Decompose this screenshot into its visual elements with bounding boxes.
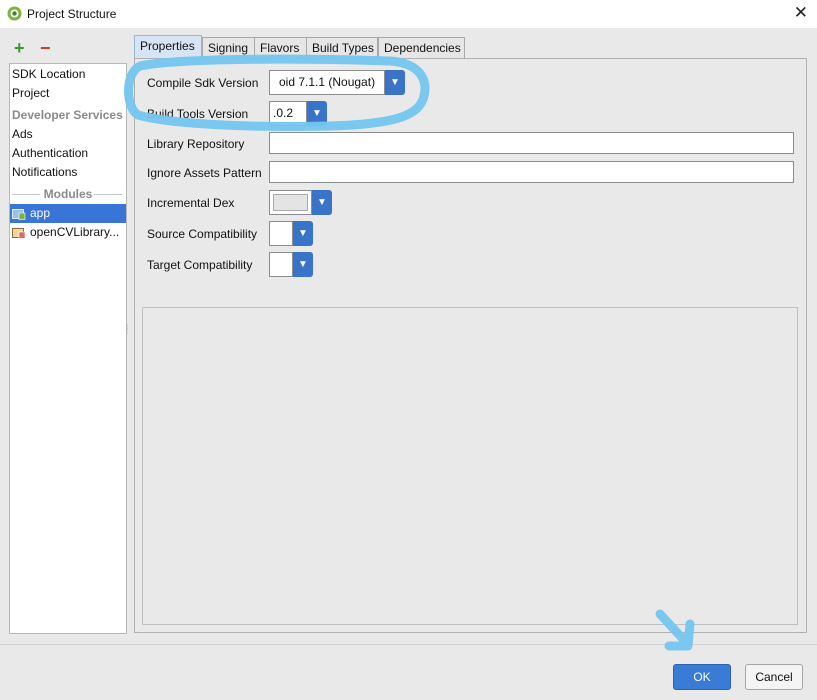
build-tools-value[interactable]: .0.2 [269, 101, 307, 126]
sidebar-item-project[interactable]: Project [10, 84, 126, 103]
module-label: openCVLibrary... [30, 225, 120, 239]
build-tools-label: Build Tools Version [147, 107, 249, 121]
tab-dependencies[interactable]: Dependencies [378, 37, 465, 58]
sidebar-item-authentication[interactable]: Authentication [10, 144, 126, 163]
add-button[interactable]: + [14, 39, 25, 57]
source-compatibility-value[interactable] [269, 221, 293, 246]
tab-build-types[interactable]: Build Types [306, 37, 378, 58]
compile-sdk-value[interactable]: oid 7.1.1 (Nougat) [269, 70, 385, 95]
window-title: Project Structure [27, 7, 117, 21]
sidebar-item-notifications[interactable]: Notifications [10, 163, 126, 182]
target-compatibility-value[interactable] [269, 252, 293, 277]
incremental-dex-field[interactable] [269, 190, 312, 215]
library-repository-input[interactable] [269, 132, 794, 154]
details-area [142, 307, 798, 625]
compile-sdk-label: Compile Sdk Version [147, 76, 259, 90]
sidebar: SDK Location Project Developer Services … [9, 63, 127, 634]
splitter-handle[interactable]: ⁞ ⁞ [126, 324, 130, 342]
incremental-dex-value [273, 194, 308, 211]
tab-signing[interactable]: Signing [202, 37, 255, 58]
target-compatibility-label: Target Compatibility [147, 258, 253, 272]
compile-sdk-combo[interactable]: oid 7.1.1 (Nougat) ▼ [269, 70, 405, 95]
chevron-down-icon[interactable]: ▼ [385, 70, 405, 95]
sidebar-item-ads[interactable]: Ads [10, 125, 126, 144]
source-compatibility-label: Source Compatibility [147, 227, 258, 241]
incremental-dex-combo[interactable]: ▼ [269, 190, 332, 215]
cancel-button[interactable]: Cancel [745, 664, 803, 690]
target-compatibility-combo[interactable]: ▼ [269, 252, 313, 277]
footer-divider [0, 644, 817, 645]
build-tools-combo[interactable]: .0.2 ▼ [269, 101, 327, 126]
chevron-down-icon[interactable]: ▼ [293, 221, 313, 246]
chevron-down-icon[interactable]: ▼ [293, 252, 313, 277]
sidebar-item-sdk-location[interactable]: SDK Location [10, 65, 126, 84]
incremental-dex-label: Incremental Dex [147, 196, 235, 210]
close-icon[interactable]: ✕ [794, 4, 808, 21]
tab-properties[interactable]: Properties [134, 35, 202, 59]
ignore-assets-input[interactable] [269, 161, 794, 183]
sidebar-header-developer-services: Developer Services [12, 108, 123, 122]
android-studio-icon [7, 6, 22, 21]
separator-line [94, 194, 122, 195]
sidebar-item-module-opencv[interactable]: openCVLibrary... [10, 223, 126, 242]
chevron-down-icon[interactable]: ▼ [307, 101, 327, 126]
library-repository-label: Library Repository [147, 137, 245, 151]
tab-flavors[interactable]: Flavors [254, 37, 307, 58]
title-bar: Project Structure ✕ [0, 0, 817, 28]
sidebar-item-module-app[interactable]: app [10, 204, 126, 223]
modules-separator: Modules [10, 187, 126, 201]
module-folder-icon [12, 208, 26, 220]
chevron-down-icon[interactable]: ▼ [312, 190, 332, 215]
ignore-assets-label: Ignore Assets Pattern [147, 166, 262, 180]
ok-button[interactable]: OK [673, 664, 731, 690]
library-module-icon [12, 227, 26, 239]
module-label: app [30, 206, 51, 220]
remove-button[interactable]: − [40, 39, 51, 57]
source-compatibility-combo[interactable]: ▼ [269, 221, 313, 246]
